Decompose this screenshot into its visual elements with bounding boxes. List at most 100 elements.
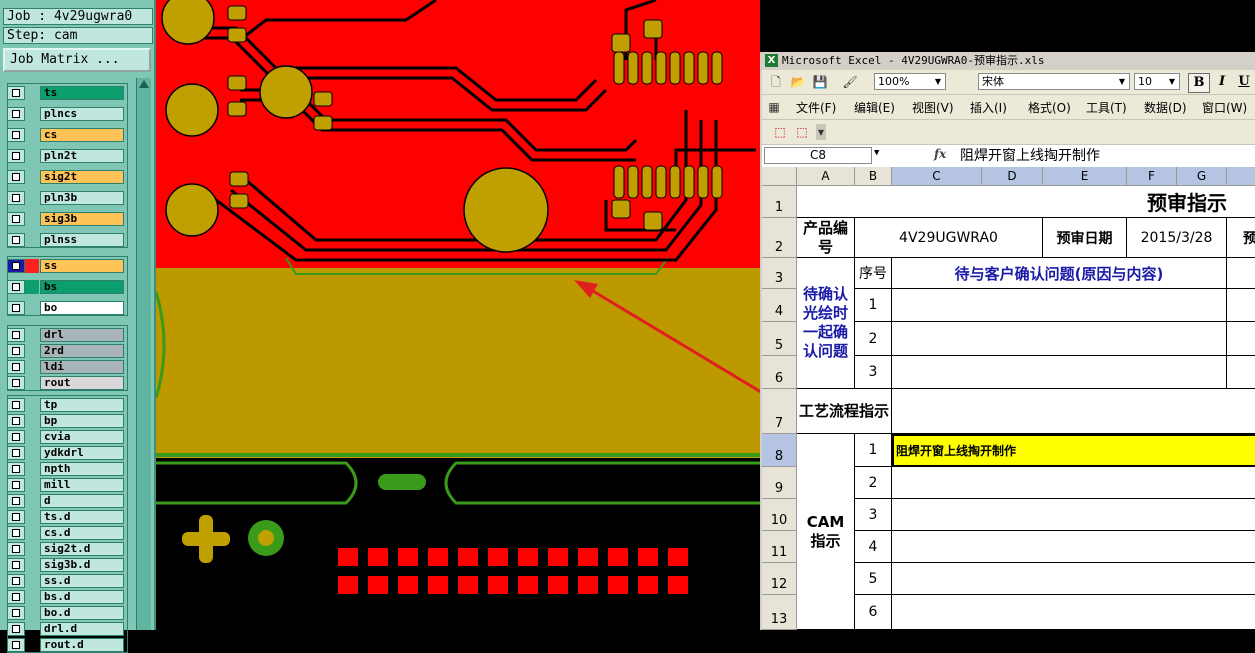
issue-num[interactable]: 2 [855, 322, 892, 356]
column-header[interactable] [1227, 167, 1255, 186]
table-cell[interactable] [892, 595, 1255, 630]
layer-checkbox[interactable] [7, 622, 25, 636]
table-cell[interactable] [892, 356, 1227, 389]
excel-title-bar[interactable]: X Microsoft Excel - 4V29UGWRA0-预审指示.xls [762, 52, 1255, 70]
menu-tools[interactable]: 工具(T) [1086, 99, 1127, 116]
product-no-label[interactable]: 产品编号 [797, 218, 855, 258]
layer-checkbox[interactable] [7, 86, 25, 100]
layer-row-pln3b[interactable]: pln3b [5, 190, 125, 206]
layer-row-cs.d[interactable]: cs.d [5, 525, 125, 541]
layer-row-cs[interactable]: cs [5, 127, 125, 143]
sheet-title[interactable]: 预审指示 [797, 186, 1255, 218]
layer-checkbox[interactable] [7, 301, 25, 315]
bold-button[interactable]: B [1188, 73, 1210, 93]
layer-row-drl.d[interactable]: drl.d [5, 621, 125, 637]
layer-checkbox[interactable] [7, 107, 25, 121]
font-size-select[interactable]: 10 ▼ [1134, 73, 1180, 90]
layer-name[interactable]: ts [40, 86, 124, 100]
layer-row-sig2t.d[interactable]: sig2t.d [5, 541, 125, 557]
layer-name[interactable]: rout [40, 376, 124, 390]
layer-checkbox[interactable] [7, 212, 25, 226]
layer-checkbox[interactable] [7, 478, 25, 492]
layer-name[interactable]: tp [40, 398, 124, 412]
table-cell[interactable] [892, 531, 1255, 563]
row-header[interactable]: 2 [762, 218, 797, 258]
layer-name[interactable]: sig3b.d [40, 558, 124, 572]
layer-name[interactable]: ydkdrl [40, 446, 124, 460]
layer-name[interactable]: ss.d [40, 574, 124, 588]
layer-list-scrollbar[interactable] [136, 78, 151, 630]
cam-label[interactable]: CAM指示 [797, 434, 855, 630]
layer-row-drl[interactable]: drl [5, 327, 125, 343]
layer-checkbox[interactable] [7, 574, 25, 588]
layer-checkbox[interactable] [7, 344, 25, 358]
menu-view[interactable]: 视图(V) [912, 99, 954, 116]
row-header[interactable]: 9 [762, 467, 797, 499]
layer-checkbox[interactable] [7, 328, 25, 342]
layer-checkbox[interactable] [7, 398, 25, 412]
layer-name[interactable]: sig3b [40, 212, 124, 226]
cam-num[interactable]: 2 [855, 467, 892, 499]
column-header[interactable]: A [797, 167, 855, 186]
row-header[interactable]: 11 [762, 531, 797, 563]
layer-name[interactable]: ldi [40, 360, 124, 374]
cam-item-1[interactable]: 阻焊开窗上线掏开制作 [892, 434, 1255, 467]
layer-checkbox[interactable] [7, 233, 25, 247]
layer-checkbox[interactable] [7, 280, 25, 294]
layer-name[interactable]: sig2t.d [40, 542, 124, 556]
menu-data[interactable]: 数据(D) [1144, 99, 1187, 116]
row-header[interactable]: 12 [762, 563, 797, 595]
open-folder-icon[interactable]: 📂 [790, 74, 806, 90]
layer-row-bo.d[interactable]: bo.d [5, 605, 125, 621]
pdf-options-icon[interactable]: ⬚ [794, 124, 810, 140]
layer-row-2rd[interactable]: 2rd [5, 343, 125, 359]
layer-row-mill[interactable]: mill [5, 477, 125, 493]
layer-row-rout.d[interactable]: rout.d [5, 637, 125, 653]
font-name-select[interactable]: 宋体 ▼ [978, 73, 1130, 90]
menu-window[interactable]: 窗口(W) [1202, 99, 1247, 116]
menu-edit[interactable]: 编辑(E) [854, 99, 895, 116]
table-cell[interactable] [892, 389, 1255, 434]
excel-window[interactable]: X Microsoft Excel - 4V29UGWRA0-预审指示.xls … [760, 52, 1255, 630]
layer-name[interactable]: bo [40, 301, 124, 315]
issue-num[interactable]: 1 [855, 289, 892, 322]
format-painter-icon[interactable]: 🖌 [842, 74, 858, 90]
layer-row-sig3b.d[interactable]: sig3b.d [5, 557, 125, 573]
cam-num[interactable]: 4 [855, 531, 892, 563]
column-header[interactable]: C [892, 167, 982, 186]
menu-file[interactable]: 文件(F) [796, 99, 836, 116]
layer-name[interactable]: pln3b [40, 191, 124, 205]
select-all-corner[interactable] [762, 167, 797, 186]
layer-name[interactable]: rout.d [40, 638, 124, 652]
layer-name[interactable]: ts.d [40, 510, 124, 524]
cam-num[interactable]: 6 [855, 595, 892, 630]
layer-row-bo[interactable]: bo [5, 300, 125, 316]
column-header[interactable]: F [1127, 167, 1177, 186]
row-header[interactable]: 5 [762, 322, 797, 356]
row-header[interactable]: 7 [762, 389, 797, 434]
layer-row-bp[interactable]: bp [5, 413, 125, 429]
toolbar-options-icon[interactable]: ▾ [816, 124, 826, 140]
review-date-label[interactable]: 预审日期 [1043, 218, 1127, 258]
layer-checkbox[interactable] [7, 510, 25, 524]
product-no-value[interactable]: 4V29UGWRA0 [855, 218, 1043, 258]
column-header[interactable]: B [855, 167, 892, 186]
table-cell[interactable] [1227, 289, 1255, 322]
layer-name[interactable]: bp [40, 414, 124, 428]
review-date-value[interactable]: 2015/3/28 [1127, 218, 1227, 258]
italic-button[interactable]: I [1212, 73, 1232, 91]
cam-num[interactable]: 1 [855, 434, 892, 467]
layer-row-ldi[interactable]: ldi [5, 359, 125, 375]
cam-num[interactable]: 3 [855, 499, 892, 531]
row-header[interactable]: 8 [762, 434, 797, 467]
row-header[interactable]: 10 [762, 499, 797, 531]
layer-checkbox[interactable] [7, 414, 25, 428]
review-label-cut[interactable]: 预 [1227, 218, 1255, 258]
layer-checkbox[interactable] [7, 526, 25, 540]
seq-label[interactable]: 序号 [855, 258, 892, 289]
confirm-issues-label[interactable]: 待确认光绘时一起确认问题 [797, 258, 855, 389]
chevron-down-icon[interactable]: ▼ [874, 148, 879, 158]
table-cell[interactable] [892, 289, 1227, 322]
layer-name[interactable]: cvia [40, 430, 124, 444]
issue-num[interactable]: 3 [855, 356, 892, 389]
